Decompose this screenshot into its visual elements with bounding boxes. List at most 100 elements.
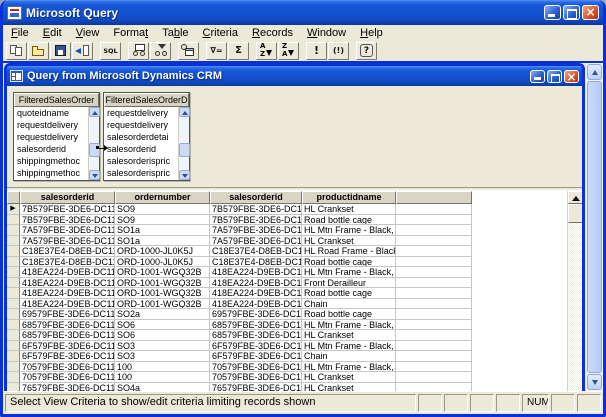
field-item[interactable]: requestdelivery [14,119,88,131]
mdi-scroll-up-icon[interactable] [587,64,602,80]
row-selector[interactable] [7,277,20,288]
table-row[interactable]: 418EA224-D9EB-DC11- ORD-1001-WGQ32B 418E… [7,277,567,288]
scroll-down-icon[interactable] [179,170,190,180]
open-query-button[interactable] [28,41,49,60]
table-row[interactable]: 69579FBE-3DE6-DC11-4 SO2a 69579FBE-3DE6-… [7,309,567,320]
row-selector[interactable] [7,256,20,267]
mdi-scroll-down-icon[interactable] [587,374,602,390]
field-item[interactable]: salesorderid [104,143,178,155]
scroll-up-icon[interactable] [89,107,100,117]
field-item[interactable]: requestdelivery [14,131,88,143]
scroll-up-icon[interactable] [179,107,190,117]
table-row[interactable]: 6F579FBE-3DE6-DC11-4 SO3 6F579FBE-3DE6-D… [7,351,567,362]
table-row[interactable]: C18E37E4-D8EB-DC11- ORD-1000-JL0K5J C18E… [7,256,567,267]
sort-ascending-button[interactable] [256,41,277,60]
add-tables-button[interactable] [178,41,199,60]
field-item[interactable]: requestdelivery [104,107,178,119]
row-selector[interactable] [7,361,20,372]
new-query-button[interactable] [6,41,27,60]
menu-edit[interactable]: Edit [36,26,69,40]
field-item[interactable]: salesorderdetai [104,131,178,143]
menu-records[interactable]: Records [245,26,300,40]
title-bar[interactable]: Microsoft Query [3,0,603,25]
grid-vertical-scrollbar[interactable] [567,191,582,391]
close-button[interactable] [582,5,599,20]
table-row[interactable]: 70579FBE-3DE6-DC11-4 100 70579FBE-3DE6-D… [7,372,567,383]
row-selector[interactable] [7,330,20,341]
menu-criteria[interactable]: Criteria [196,26,245,40]
menu-view[interactable]: View [69,26,107,40]
field-item[interactable]: salesorderispric [104,155,178,167]
table-row[interactable]: 70579FBE-3DE6-DC11-4 100 70579FBE-3DE6-D… [7,361,567,372]
row-selector[interactable] [7,319,20,330]
row-selector[interactable]: ▶ [7,204,20,215]
table-row[interactable]: 418EA224-D9EB-DC11- ORD-1001-WGQ32B 418E… [7,288,567,299]
menu-window[interactable]: Window [300,26,353,40]
field-item[interactable]: quoteidname [14,107,88,119]
criteria-equals-button[interactable]: ∇= [206,41,227,60]
menu-file[interactable]: File [4,26,36,40]
table-row[interactable]: 7B579FBE-3DE6-DC11- SO9 7B579FBE-3DE6-DC… [7,214,567,225]
column-header[interactable]: ordernumber [115,191,210,204]
row-selector[interactable] [7,267,20,278]
row-selector[interactable] [7,288,20,299]
minimize-button[interactable] [544,5,561,20]
child-close-button[interactable] [564,69,579,83]
child-title-bar[interactable]: Query from Microsoft Dynamics CRM [7,66,582,86]
grid-scroll-thumb[interactable] [568,204,582,223]
row-selector[interactable] [7,235,20,246]
field-list-scrollbar[interactable] [178,107,190,180]
auto-query-button[interactable]: (!) [328,41,349,60]
table-row[interactable]: 418EA224-D9EB-DC11- ORD-1001-WGQ32B 418E… [7,298,567,309]
mdi-scroll-thumb[interactable] [587,81,602,373]
menu-table[interactable]: Table [155,26,195,40]
field-list-title[interactable]: FilteredSalesOrderD [104,93,189,107]
child-minimize-button[interactable] [530,69,545,83]
table-row[interactable]: 7A579FBE-3DE6-DC11- SO1a 7A579FBE-3DE6-D… [7,235,567,246]
child-maximize-button[interactable] [547,69,562,83]
show-tables-button[interactable] [128,41,149,60]
cycle-totals-button[interactable]: Σ [228,41,249,60]
menu-format[interactable]: Format [106,26,155,40]
column-header[interactable]: salesorderid [20,191,115,204]
table-row[interactable]: 7A579FBE-3DE6-DC11- SO1a 7A579FBE-3DE6-D… [7,225,567,236]
menu-help[interactable]: Help [353,26,390,40]
scroll-thumb[interactable] [179,143,190,157]
field-item[interactable]: shippingmethoc [14,167,88,179]
column-header[interactable]: productidname [302,191,396,204]
row-selector[interactable] [7,382,20,391]
view-sql-button[interactable]: SQL [100,41,121,60]
row-selector[interactable] [7,351,20,362]
row-selector[interactable] [7,225,20,236]
row-selector[interactable] [7,246,20,257]
table-row[interactable]: 6F579FBE-3DE6-DC11-4 SO3 6F579FBE-3DE6-D… [7,340,567,351]
table-row[interactable]: 68579FBE-3DE6-DC11-4 SO6 68579FBE-3DE6-D… [7,330,567,341]
row-selector[interactable] [7,214,20,225]
save-query-button[interactable] [50,41,71,60]
column-header[interactable] [396,191,472,204]
field-list-scrollbar[interactable] [88,107,100,180]
selector-header-cell[interactable] [7,191,20,204]
table-row[interactable]: 76579FBE-3DE6-DC11-4 SO4a 76579FBE-3DE6-… [7,382,567,391]
field-item[interactable]: requestdelivery [104,119,178,131]
table-row[interactable]: 418EA224-D9EB-DC11- ORD-1001-WGQ32B 418E… [7,267,567,278]
sort-descending-button[interactable] [278,41,299,60]
table-row[interactable]: C18E37E4-D8EB-DC11- ORD-1000-JL0K5J C18E… [7,246,567,257]
join-line[interactable] [96,145,108,151]
column-header[interactable]: salesorderid [210,191,302,204]
query-now-button[interactable]: ! [306,41,327,60]
row-selector[interactable] [7,340,20,351]
maximize-button[interactable] [563,5,580,20]
field-list-title[interactable]: FilteredSalesOrder [14,93,99,107]
row-selector[interactable] [7,372,20,383]
field-item[interactable]: salesorderid [14,143,88,155]
mdi-vertical-scrollbar[interactable] [586,63,603,391]
return-data-button[interactable] [72,41,93,60]
field-item[interactable]: shippingmethoc [14,155,88,167]
table-row[interactable]: 68579FBE-3DE6-DC11-4 SO6 68579FBE-3DE6-D… [7,319,567,330]
scroll-down-icon[interactable] [89,170,100,180]
row-selector[interactable] [7,309,20,320]
show-criteria-button[interactable] [150,41,171,60]
row-selector[interactable] [7,298,20,309]
grid-scroll-up-icon[interactable] [568,191,582,204]
